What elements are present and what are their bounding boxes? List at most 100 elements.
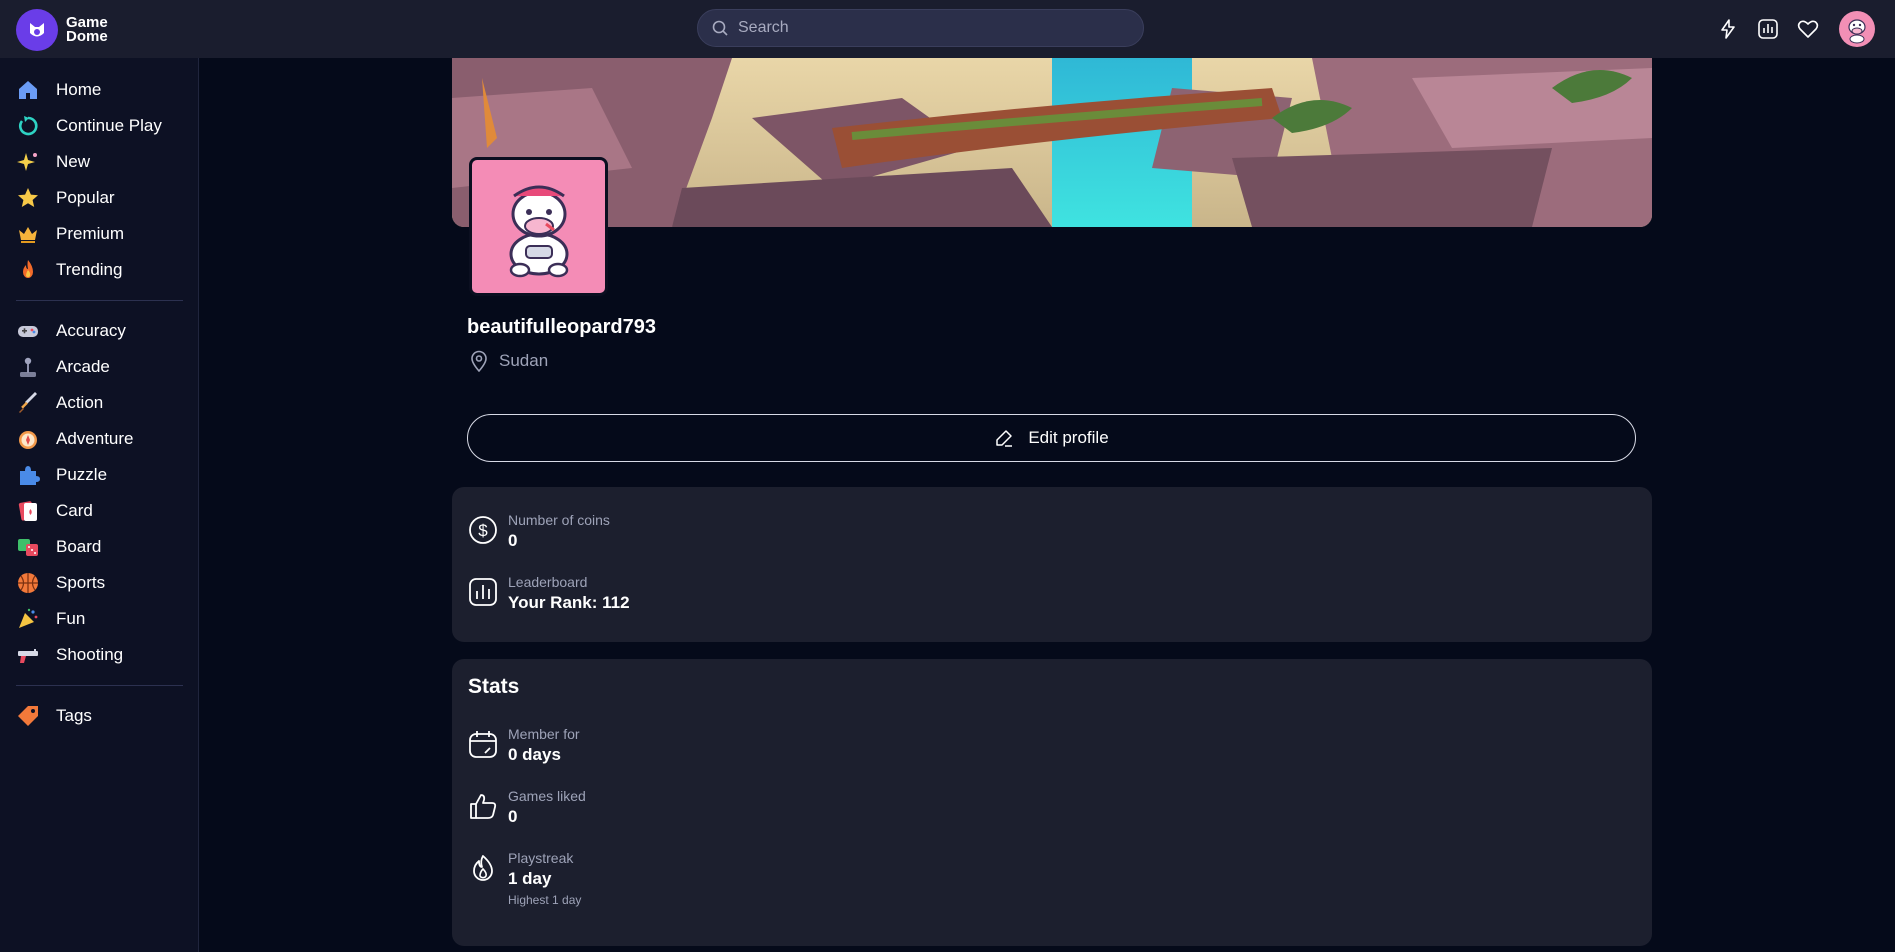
- continue-play-icon: [16, 114, 40, 138]
- logo[interactable]: Game Dome: [16, 9, 108, 51]
- sidebar-item-adventure[interactable]: Adventure: [0, 421, 198, 457]
- sidebar-item-label: Arcade: [56, 357, 110, 376]
- edit-profile-label: Edit profile: [1028, 428, 1109, 447]
- member-value: 0 days: [508, 745, 561, 764]
- leaderboard-label: Leaderboard: [508, 574, 588, 590]
- overview-card: $ Number of coins 0 Leaderboard Your Ran…: [452, 487, 1652, 642]
- sidebar-item-board[interactable]: Board: [0, 529, 198, 565]
- search-icon: [712, 20, 728, 36]
- coin-icon: $: [469, 516, 497, 544]
- sidebar-divider: [16, 300, 183, 301]
- party-icon: [16, 607, 40, 631]
- card-icon: [16, 499, 40, 523]
- sidebar-item-trending[interactable]: Trending: [0, 252, 198, 288]
- chart-icon[interactable]: [1755, 16, 1781, 42]
- sidebar-item-label: Card: [56, 501, 93, 520]
- top-icons: [1715, 11, 1875, 47]
- stats-title: Stats: [468, 675, 520, 698]
- sidebar-item-label: Popular: [56, 188, 115, 207]
- sidebar-item-continue-play[interactable]: Continue Play: [0, 108, 198, 144]
- sidebar-item-label: Sports: [56, 573, 106, 592]
- sidebar-item-card[interactable]: Card: [0, 493, 198, 529]
- basketball-icon: [16, 571, 40, 595]
- liked-row: Games liked 0: [468, 787, 586, 829]
- compass-icon: [16, 427, 40, 451]
- logo-icon: [16, 9, 58, 51]
- location: Sudan: [469, 350, 548, 372]
- edit-profile-button[interactable]: Edit profile: [467, 414, 1636, 462]
- puzzle-icon: [16, 463, 40, 487]
- dice-icon: [16, 535, 40, 559]
- sidebar-item-label: Trending: [56, 260, 123, 279]
- sidebar-item-popular[interactable]: Popular: [0, 180, 198, 216]
- svg-text:$: $: [478, 521, 488, 540]
- sidebar-item-fun[interactable]: Fun: [0, 601, 198, 637]
- logo-text: Game Dome: [66, 14, 108, 45]
- sidebar-item-label: New: [56, 152, 91, 171]
- sidebar-item-puzzle[interactable]: Puzzle: [0, 457, 198, 493]
- sidebar: Home Continue Play New Popular Premium T…: [0, 58, 199, 952]
- gun-icon: [16, 643, 40, 667]
- home-icon: [16, 78, 40, 102]
- avatar[interactable]: [1839, 11, 1875, 47]
- crown-icon: [16, 222, 40, 246]
- playstreak-row: Playstreak 1 day Highest 1 day: [468, 849, 581, 909]
- location-pin-icon: [471, 350, 487, 372]
- sidebar-item-premium[interactable]: Premium: [0, 216, 198, 252]
- gamepad-icon: [16, 319, 40, 343]
- stats-card: Stats Member for 0 days Games liked 0 Pl…: [452, 659, 1652, 946]
- liked-value: 0: [508, 807, 518, 826]
- sidebar-item-arcade[interactable]: Arcade: [0, 349, 198, 385]
- playstreak-label: Playstreak: [508, 850, 574, 866]
- search-input[interactable]: [738, 19, 1118, 37]
- playstreak-value: 1 day: [508, 869, 552, 888]
- sidebar-item-label: Shooting: [56, 645, 124, 664]
- location-text: Sudan: [499, 351, 549, 370]
- sidebar-divider: [16, 685, 183, 686]
- profile-banner: [452, 58, 1652, 227]
- sidebar-item-accuracy[interactable]: Accuracy: [0, 313, 198, 349]
- sidebar-item-label: Adventure: [56, 429, 134, 448]
- sidebar-item-label: Action: [56, 393, 104, 412]
- sidebar-item-home[interactable]: Home: [0, 72, 198, 108]
- lightning-icon[interactable]: [1715, 16, 1741, 42]
- coins-row: $ Number of coins 0: [468, 511, 610, 553]
- sidebar-item-shooting[interactable]: Shooting: [0, 637, 198, 673]
- thumbs-up-icon: [470, 794, 497, 819]
- leaderboard-row[interactable]: Leaderboard Your Rank: 112: [468, 573, 630, 615]
- username: beautifulleopard793: [467, 316, 656, 338]
- profile-avatar[interactable]: [469, 157, 608, 296]
- joystick-icon: [16, 355, 40, 379]
- sidebar-item-label: Accuracy: [56, 321, 126, 340]
- flame-icon: [473, 855, 493, 881]
- leaderboard-icon: [469, 578, 497, 606]
- sidebar-item-new[interactable]: New: [0, 144, 198, 180]
- sidebar-item-label: Puzzle: [56, 465, 108, 484]
- heart-icon[interactable]: [1795, 16, 1821, 42]
- sidebar-item-label: Board: [56, 537, 102, 556]
- pencil-icon: [996, 430, 1013, 447]
- sidebar-item-label: Home: [56, 80, 102, 99]
- playstreak-highest: Highest 1 day: [508, 893, 582, 907]
- calendar-icon: [469, 731, 497, 758]
- coins-label: Number of coins: [508, 512, 610, 528]
- sidebar-item-label: Premium: [56, 224, 125, 243]
- fire-icon: [16, 258, 40, 282]
- search-bar[interactable]: [697, 9, 1144, 47]
- member-row: Member for 0 days: [468, 725, 580, 767]
- liked-label: Games liked: [508, 788, 586, 804]
- sidebar-item-tags[interactable]: Tags: [0, 698, 198, 734]
- sidebar-item-label: Fun: [56, 609, 86, 628]
- top-bar: Game Dome: [0, 0, 1895, 58]
- sidebar-item-sports[interactable]: Sports: [0, 565, 198, 601]
- leaderboard-value: Your Rank: 112: [508, 593, 630, 612]
- tag-icon: [16, 704, 40, 728]
- coins-value: 0: [508, 531, 518, 550]
- sparkle-icon: [16, 150, 40, 174]
- star-icon: [16, 186, 40, 210]
- sidebar-item-label: Continue Play: [56, 116, 162, 135]
- member-label: Member for: [508, 726, 580, 742]
- sidebar-item-action[interactable]: Action: [0, 385, 198, 421]
- sword-icon: [16, 391, 40, 415]
- sidebar-item-label: Tags: [56, 706, 92, 725]
